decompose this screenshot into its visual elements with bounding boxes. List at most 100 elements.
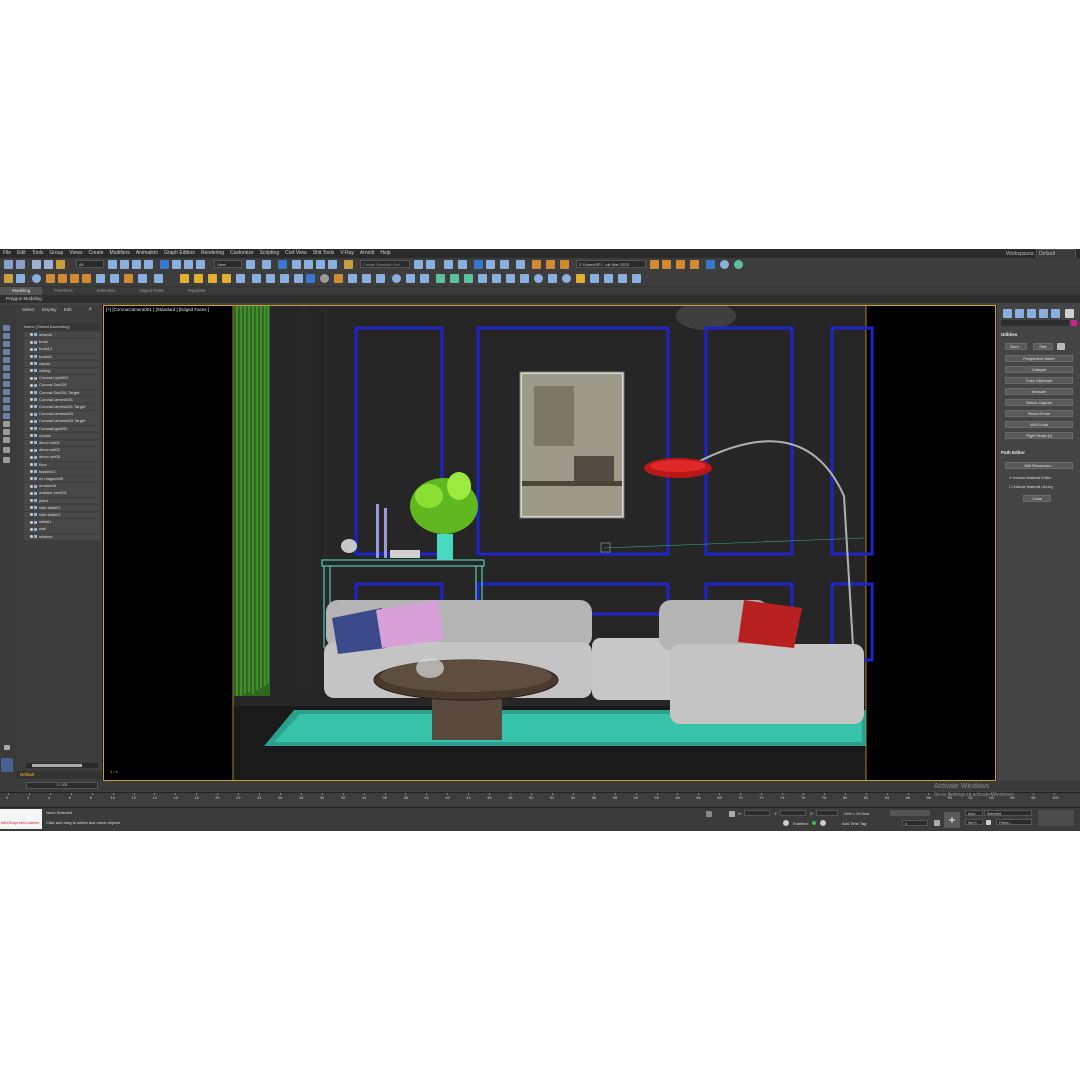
list-item[interactable]: bookd1 (24, 353, 100, 360)
tab-modeling[interactable]: Modeling (0, 287, 43, 295)
vray-proxy-icon[interactable] (406, 274, 415, 283)
scatter-icon[interactable] (110, 274, 119, 283)
select-and-rotate-icon[interactable] (172, 260, 181, 269)
visibility-eye-icon[interactable] (30, 484, 33, 488)
timeline-ruler[interactable]: 0 2 4 6 8 10 12 14 16 18 20 22 24 26 28 30 32 34 36 38 40 42 4… (0, 792, 1080, 808)
explorer-lock-icon[interactable] (4, 745, 10, 750)
pattern-icon[interactable] (154, 274, 163, 283)
redo-icon[interactable] (16, 260, 25, 269)
viewport-shading-icon[interactable] (306, 274, 315, 283)
select-and-move-icon[interactable] (160, 260, 169, 269)
set-key-button[interactable]: Set K. (965, 819, 983, 825)
display-lights-icon[interactable] (3, 365, 10, 371)
command-panel-name-field[interactable] (1001, 320, 1069, 326)
display-geometry-icon[interactable] (3, 349, 10, 355)
rectangular-selection-icon[interactable] (132, 260, 141, 269)
render-production-icon[interactable] (560, 260, 569, 269)
spinner-snap-icon[interactable] (328, 260, 337, 269)
list-item[interactable]: outdoor env001 (24, 490, 100, 497)
display-helpers-icon[interactable] (3, 381, 10, 387)
display-hidden-icon[interactable] (3, 437, 10, 443)
schematic-view-icon[interactable] (500, 260, 509, 269)
list-item[interactable]: decor set02 (24, 447, 100, 454)
explorer-tab-display[interactable]: Display (42, 307, 57, 312)
explorer-scroll-thumb[interactable] (32, 764, 82, 767)
utility-button[interactable]: Perspective Match (1005, 355, 1073, 362)
list-item[interactable]: decor set05 (24, 454, 100, 461)
list-item[interactable]: artwork (24, 332, 100, 339)
pivot-center-icon[interactable] (246, 260, 255, 269)
bulb-icon[interactable] (576, 274, 585, 283)
shapes-icon[interactable] (280, 274, 289, 283)
utility-button[interactable]: Flight Studio (c) (1005, 432, 1073, 439)
spacing-tool-icon[interactable] (534, 274, 543, 283)
vray-frame-buffer-icon[interactable] (662, 260, 671, 269)
object-color-swatch[interactable] (1071, 320, 1077, 326)
arnold-render-icon[interactable] (720, 260, 729, 269)
visibility-eye-icon[interactable] (30, 333, 33, 337)
batch-render-icon[interactable] (492, 274, 501, 283)
list-item[interactable]: side table01 (24, 504, 100, 512)
display-none-icon[interactable] (3, 325, 10, 331)
decal-icon[interactable] (124, 274, 133, 283)
mirror-icon[interactable] (414, 260, 423, 269)
slicer-icon[interactable] (138, 274, 147, 283)
vray-render-icon[interactable] (650, 260, 659, 269)
corona-render-icon[interactable] (46, 274, 55, 283)
unwrap-icon[interactable] (376, 274, 385, 283)
proxy-icon[interactable] (96, 274, 105, 283)
key-selection-dropdown[interactable]: Selected (984, 810, 1032, 816)
key-filter-icon[interactable] (986, 820, 991, 825)
daylight-icon[interactable] (208, 274, 217, 283)
corona-camera-icon[interactable] (82, 274, 91, 283)
forest-pack-icon[interactable] (436, 274, 445, 283)
menu-views[interactable]: Views (66, 249, 85, 258)
visibility-eye-icon[interactable] (30, 441, 33, 445)
more-button[interactable]: More... (1005, 343, 1027, 350)
toggle-layer-explorer-icon[interactable] (458, 260, 467, 269)
display-all-icon[interactable] (3, 333, 10, 339)
isolate-icon[interactable] (562, 274, 571, 283)
close-icon[interactable]: × (88, 305, 92, 315)
uvw-icon[interactable] (348, 274, 357, 283)
menu-arnold[interactable]: Arnold (357, 249, 377, 258)
window-crossing-icon[interactable] (144, 260, 153, 269)
list-item[interactable]: side table01 (24, 512, 100, 519)
grid-icon[interactable] (252, 274, 261, 283)
toggle-scene-explorer-icon[interactable] (444, 260, 453, 269)
utility-button[interactable]: Measure (1005, 388, 1073, 395)
visibility-eye-icon[interactable] (30, 527, 33, 531)
material-slot-icon[interactable] (334, 274, 343, 283)
projection-icon[interactable] (362, 274, 371, 283)
tab-freeform[interactable]: Freeform (42, 287, 84, 295)
list-item[interactable]: CoronaCamera001.Target (24, 404, 100, 411)
visibility-eye-icon[interactable] (30, 369, 33, 373)
edit-resources-button[interactable]: Edit Resources... (1005, 462, 1073, 469)
list-item[interactable]: CoronaCamera003 (24, 411, 100, 418)
selection-filter-dropdown[interactable]: All (76, 260, 104, 268)
visibility-eye-icon[interactable] (30, 499, 33, 503)
list-item[interactable]: book13 (24, 346, 100, 353)
current-frame-field[interactable]: 0 (902, 820, 928, 826)
active-layer[interactable]: Default (16, 771, 102, 779)
auto-key-button[interactable]: Auto (965, 810, 983, 816)
sun-position-icon[interactable] (194, 274, 203, 283)
percent-snap-icon[interactable] (316, 260, 325, 269)
include-material-library-checkbox[interactable]: ☐ Include Material Library (1009, 484, 1053, 489)
display-containers-icon[interactable] (3, 421, 10, 427)
bind-space-warp-icon[interactable] (56, 260, 65, 269)
list-item[interactable]: book (24, 339, 100, 346)
display-spacewarps-icon[interactable] (3, 389, 10, 395)
named-selection-set-dropdown[interactable]: Create Selection Set (360, 260, 410, 268)
placement-icon[interactable] (196, 260, 205, 269)
railclone-icon[interactable] (450, 274, 459, 283)
menu-customize[interactable]: Customize (227, 249, 257, 258)
visibility-eye-icon[interactable] (30, 470, 33, 474)
explorer-tab-edit[interactable]: Edit (64, 307, 72, 312)
explorer-column-header[interactable]: Name (Sorted Ascending) (24, 323, 100, 330)
freeze-icon[interactable] (604, 274, 613, 283)
display-invert-icon[interactable] (3, 341, 10, 347)
viewport-layout-icon[interactable] (1, 758, 13, 772)
visibility-eye-icon[interactable] (30, 535, 33, 539)
select-by-name-icon[interactable] (120, 260, 129, 269)
